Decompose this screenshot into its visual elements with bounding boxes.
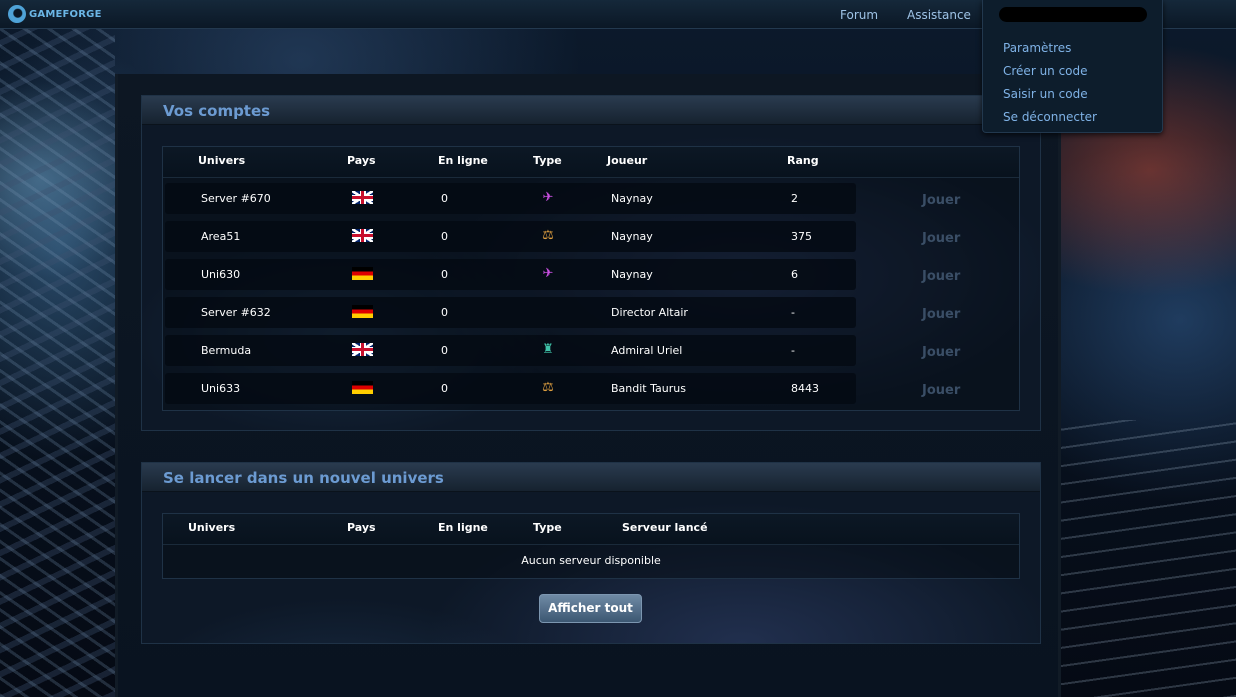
play-button[interactable]: Jouer <box>922 345 960 360</box>
row-univers: Uni633 <box>201 382 241 395</box>
play-button[interactable]: Jouer <box>922 269 960 284</box>
show-all-button[interactable]: Afficher tout <box>539 594 642 623</box>
play-button[interactable]: Jouer <box>922 383 960 398</box>
accounts-table: Univers Pays En ligne Type Joueur Rang S… <box>162 146 1020 411</box>
col-type: Type <box>533 154 562 167</box>
row-en-ligne: 0 <box>441 268 448 281</box>
new-universe-section-header: Se lancer dans un nouvel univers <box>142 463 1040 492</box>
account-row[interactable]: Bermuda 0 ♜ Admiral Uriel - <box>165 335 856 366</box>
accounts-section-title: Vos comptes <box>163 102 271 120</box>
play-button[interactable]: Jouer <box>922 231 960 246</box>
row-univers: Bermuda <box>201 344 252 357</box>
row-univers: Server #670 <box>201 192 271 205</box>
account-row[interactable]: Server #632 0 Director Altair - <box>165 297 856 328</box>
row-joueur: Naynay <box>611 268 653 281</box>
germany-flag-icon <box>352 267 373 280</box>
uk-flag-icon <box>352 229 373 242</box>
row-joueur: Naynay <box>611 230 653 243</box>
ship-icon: ✈ <box>542 266 554 281</box>
row-en-ligne: 0 <box>441 306 448 319</box>
row-en-ligne: 0 <box>441 192 448 205</box>
scales-icon: ⚖ <box>542 228 554 243</box>
account-row[interactable]: Uni630 0 ✈ Naynay 6 <box>165 259 856 290</box>
new-universe-section-title: Se lancer dans un nouvel univers <box>163 469 444 487</box>
germany-flag-icon <box>352 381 373 394</box>
row-univers: Area51 <box>201 230 241 243</box>
gameforge-logo[interactable]: GAMEFORGE <box>8 5 102 23</box>
row-joueur: Naynay <box>611 192 653 205</box>
row-en-ligne: 0 <box>441 382 448 395</box>
empty-servers-message: Aucun serveur disponible <box>521 554 661 567</box>
row-en-ligne: 0 <box>441 344 448 357</box>
row-rang: 8443 <box>791 382 819 395</box>
row-rang: - <box>791 306 795 319</box>
station-icon: ♜ <box>542 342 554 357</box>
col-en-ligne: En ligne <box>438 521 488 534</box>
menu-item-saisir-code[interactable]: Saisir un code <box>1003 87 1088 101</box>
forum-link[interactable]: Forum <box>840 8 878 22</box>
assistance-link[interactable]: Assistance <box>907 8 971 22</box>
col-univers: Univers <box>198 154 246 167</box>
col-univers: Univers <box>188 521 236 534</box>
gameforge-logo-icon <box>8 5 26 23</box>
username-redacted[interactable] <box>999 7 1147 22</box>
user-dropdown-menu: Paramètres Créer un code Saisir un code … <box>982 0 1163 133</box>
menu-item-parametres[interactable]: Paramètres <box>1003 41 1071 55</box>
ship-icon: ✈ <box>542 190 554 205</box>
germany-flag-icon <box>352 305 373 318</box>
logo-text: GAMEFORGE <box>29 8 102 20</box>
col-joueur: Joueur <box>607 154 648 167</box>
row-joueur: Admiral Uriel <box>611 344 683 357</box>
scales-icon: ⚖ <box>542 380 554 395</box>
menu-item-creer-code[interactable]: Créer un code <box>1003 64 1088 78</box>
row-joueur: Director Altair <box>611 306 688 319</box>
menu-item-deconnecter[interactable]: Se déconnecter <box>1003 110 1097 124</box>
account-row[interactable]: Uni633 0 ⚖ Bandit Taurus 8443 <box>165 373 856 404</box>
col-en-ligne: En ligne <box>438 154 488 167</box>
play-button[interactable]: Jouer <box>922 193 960 208</box>
accounts-section-header: Vos comptes <box>142 96 1040 125</box>
account-row[interactable]: Server #670 0 ✈ Naynay 2 <box>165 183 856 214</box>
play-button[interactable]: Jouer <box>922 307 960 322</box>
uk-flag-icon <box>352 191 373 204</box>
row-joueur: Bandit Taurus <box>611 382 686 395</box>
accounts-section: Vos comptes Univers Pays En ligne Type J… <box>141 95 1041 431</box>
col-type: Type <box>533 521 562 534</box>
col-pays: Pays <box>347 521 376 534</box>
row-rang: 6 <box>791 268 798 281</box>
row-en-ligne: 0 <box>441 230 448 243</box>
row-rang: 375 <box>791 230 812 243</box>
col-serveur-lance: Serveur lancé <box>622 521 708 534</box>
row-univers: Uni630 <box>201 268 241 281</box>
col-rang: Rang <box>787 154 819 167</box>
new-universe-table: Univers Pays En ligne Type Serveur lancé… <box>162 513 1020 579</box>
new-universe-table-header: Univers Pays En ligne Type Serveur lancé <box>163 514 1019 545</box>
row-univers: Server #632 <box>201 306 271 319</box>
account-row[interactable]: Area51 0 ⚖ Naynay 375 <box>165 221 856 252</box>
col-pays: Pays <box>347 154 376 167</box>
row-rang: 2 <box>791 192 798 205</box>
row-rang: - <box>791 344 795 357</box>
accounts-table-header: Univers Pays En ligne Type Joueur Rang <box>163 147 1019 178</box>
uk-flag-icon <box>352 343 373 356</box>
